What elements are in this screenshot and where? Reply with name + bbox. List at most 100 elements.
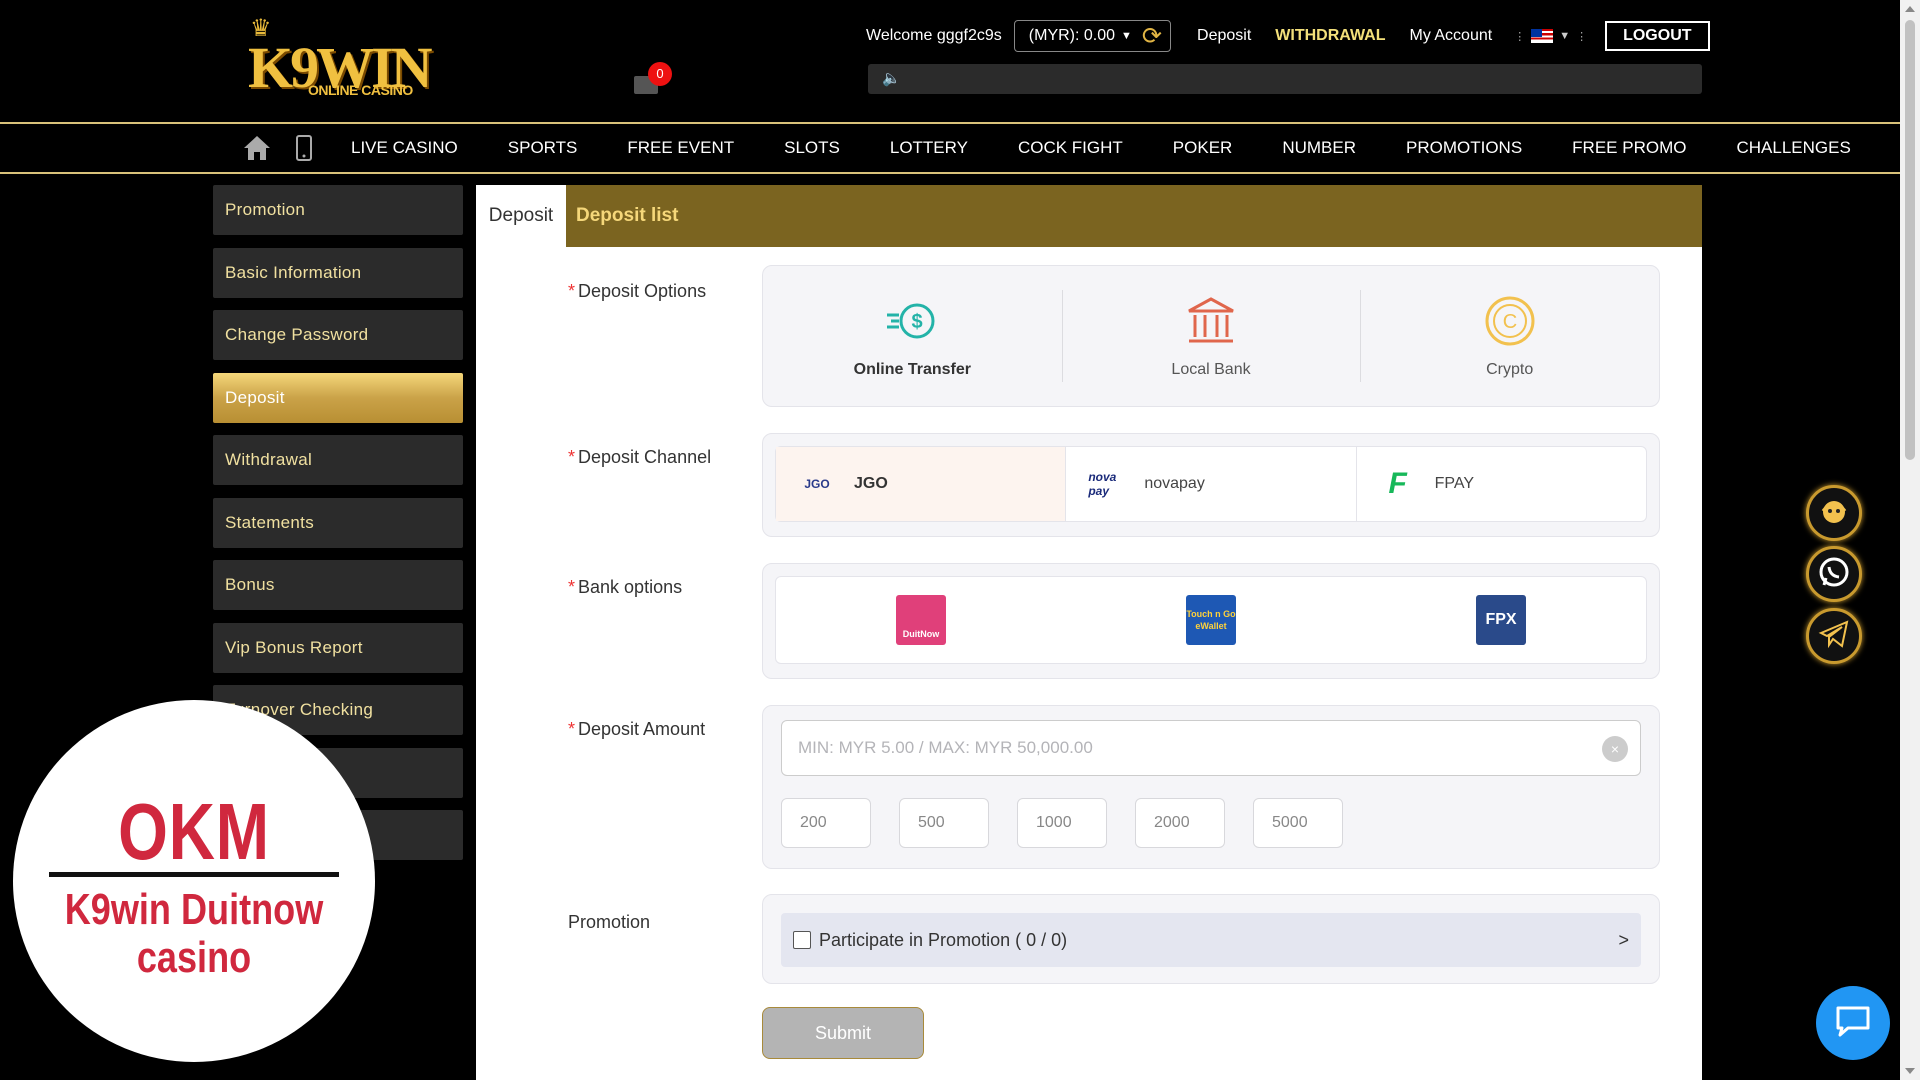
logo-subtitle: ONLINE CASINO bbox=[308, 82, 413, 98]
announcement-marquee: 🔈 bbox=[868, 64, 1702, 94]
deposit-channel-label: * Deposit Channel bbox=[568, 447, 712, 467]
logout-button[interactable]: LOGOUT bbox=[1605, 21, 1710, 51]
chat-bubble-icon bbox=[1834, 1004, 1872, 1043]
nav-challenges[interactable]: CHALLENGES bbox=[1711, 138, 1875, 158]
page: ♛ K9WIN ONLINE CASINO 0 Welcome gggf2c9s… bbox=[0, 0, 1920, 1080]
amount-input[interactable] bbox=[798, 721, 1598, 775]
sidebar-item-change-password[interactable]: Change Password bbox=[213, 310, 463, 360]
customer-service-button[interactable] bbox=[1806, 485, 1862, 541]
sidebar-item-basic-information[interactable]: Basic Information bbox=[213, 247, 463, 298]
speaker-icon: 🔈 bbox=[882, 70, 901, 87]
quick-amount-1000[interactable]: 1000 bbox=[1017, 798, 1107, 848]
channel-fpay[interactable]: F FPAY bbox=[1355, 447, 1646, 521]
novapay-logo-icon: nova pay bbox=[1088, 470, 1117, 498]
quick-amount-500[interactable]: 500 bbox=[899, 798, 989, 848]
sidebar-item-bonus[interactable]: Bonus bbox=[213, 560, 463, 610]
tab-bar: Deposit Deposit list bbox=[476, 185, 1702, 247]
mobile-icon[interactable] bbox=[296, 130, 312, 166]
quick-amount-2000[interactable]: 2000 bbox=[1135, 798, 1225, 848]
malaysia-flag-icon bbox=[1531, 29, 1554, 43]
fpx-logo-icon: FPX bbox=[1476, 595, 1526, 645]
promotion-label: Promotion bbox=[568, 912, 651, 932]
deposit-amount-box: × 200 500 1000 2000 5000 bbox=[762, 705, 1660, 869]
nav-sports[interactable]: SPORTS bbox=[483, 138, 603, 158]
tab-deposit-list[interactable]: Deposit list bbox=[566, 185, 688, 247]
promotion-toggle[interactable]: Participate in Promotion ( 0 / 0) > bbox=[781, 913, 1641, 967]
sidebar-item-promotion[interactable]: Promotion bbox=[213, 185, 463, 235]
whatsapp-button[interactable] bbox=[1806, 546, 1862, 602]
site-logo[interactable]: ♛ K9WIN ONLINE CASINO bbox=[246, 12, 433, 107]
scrollbar-thumb[interactable] bbox=[1905, 20, 1915, 460]
refresh-icon[interactable]: ⟳ bbox=[1142, 22, 1162, 51]
nav-cock-fight[interactable]: COCK FIGHT bbox=[993, 138, 1148, 158]
nav-free-event[interactable]: FREE EVENT bbox=[602, 138, 759, 158]
live-chat-button[interactable] bbox=[1816, 986, 1890, 1060]
telegram-button[interactable] bbox=[1806, 608, 1862, 664]
option-crypto[interactable]: C Crypto bbox=[1360, 266, 1659, 406]
channel-novapay[interactable]: nova pay novapay bbox=[1065, 447, 1355, 521]
option-online-transfer-label: Online Transfer bbox=[853, 361, 972, 378]
svg-text:$: $ bbox=[912, 311, 923, 333]
nav-live-casino[interactable]: LIVE CASINO bbox=[326, 138, 483, 158]
balance-dropdown[interactable]: (MYR): 0.00 ▼ ⟳ bbox=[1013, 20, 1172, 52]
main-nav: LIVE CASINO SPORTS FREE EVENT SLOTS LOTT… bbox=[0, 122, 1900, 174]
watermark-line2: casino bbox=[136, 933, 252, 982]
nav-poker[interactable]: POKER bbox=[1148, 138, 1258, 158]
crypto-coin-icon: C bbox=[1482, 293, 1538, 349]
clear-icon[interactable]: × bbox=[1602, 736, 1628, 762]
bank-touch-n-go[interactable]: Touch n Go eWallet bbox=[1066, 577, 1356, 663]
nav-promotions[interactable]: PROMOTIONS bbox=[1381, 138, 1547, 158]
option-local-bank[interactable]: Local Bank bbox=[1061, 266, 1361, 406]
language-selector[interactable]: ⋮ ▼ ⋮ bbox=[1514, 29, 1587, 43]
watermark-title: OKM bbox=[118, 787, 270, 876]
nav-item-truncated[interactable]: F bbox=[1876, 138, 1900, 158]
welcome-text: Welcome gggf2c9s bbox=[866, 27, 1002, 44]
touch-n-go-logo-icon: Touch n Go eWallet bbox=[1186, 595, 1236, 645]
bank-fpx[interactable]: FPX bbox=[1356, 577, 1646, 663]
sidebar-item-statements[interactable]: Statements bbox=[213, 497, 463, 548]
deposit-panel: Deposit Deposit list * Deposit Options $ … bbox=[476, 185, 1702, 1080]
promotion-box: Participate in Promotion ( 0 / 0) > bbox=[762, 894, 1660, 984]
quick-amount-5000[interactable]: 5000 bbox=[1253, 798, 1343, 848]
scroll-up-arrow-icon[interactable] bbox=[1905, 6, 1915, 12]
sidebar-item-vip-bonus-report[interactable]: Vip Bonus Report bbox=[213, 622, 463, 673]
tab-deposit[interactable]: Deposit bbox=[476, 185, 566, 247]
page-scrollbar[interactable] bbox=[1900, 0, 1920, 1080]
sidebar-item-withdrawal[interactable]: Withdrawal bbox=[213, 435, 463, 485]
quick-amount-200[interactable]: 200 bbox=[781, 798, 871, 848]
chevron-right-icon: > bbox=[1618, 929, 1629, 950]
balance-value: (MYR): 0.00 bbox=[1028, 27, 1116, 44]
option-crypto-label: Crypto bbox=[1486, 361, 1534, 378]
submit-button[interactable]: Submit bbox=[762, 1007, 924, 1059]
mail-count-badge: 0 bbox=[648, 62, 672, 86]
my-account-link[interactable]: My Account bbox=[1409, 27, 1492, 45]
deposit-amount-label: * Deposit Amount bbox=[568, 719, 706, 739]
home-icon[interactable] bbox=[242, 130, 272, 166]
whatsapp-icon bbox=[1818, 556, 1850, 593]
svg-text:C: C bbox=[1502, 311, 1516, 333]
chevron-down-icon: ▼ bbox=[1121, 30, 1132, 42]
amount-field[interactable]: × bbox=[781, 720, 1641, 776]
deposit-link[interactable]: Deposit bbox=[1197, 27, 1251, 45]
nav-lottery[interactable]: LOTTERY bbox=[865, 138, 993, 158]
money-transfer-icon: $ bbox=[884, 293, 940, 349]
scroll-down-arrow-icon[interactable] bbox=[1905, 1068, 1915, 1074]
nav-slots[interactable]: SLOTS bbox=[759, 138, 865, 158]
nav-free-promo[interactable]: FREE PROMO bbox=[1547, 138, 1711, 158]
support-agent-icon bbox=[1818, 495, 1850, 532]
telegram-icon bbox=[1818, 618, 1850, 655]
divider-icon: ⋮ bbox=[1514, 30, 1526, 43]
mail-button[interactable]: 0 bbox=[632, 62, 672, 102]
promotion-checkbox[interactable] bbox=[793, 931, 811, 949]
deposit-channel-box: JGO JGO nova pay novapay F FPAY bbox=[762, 433, 1660, 537]
watermark-line1: K9win Duitnow bbox=[64, 885, 324, 934]
channel-fpay-label: FPAY bbox=[1434, 475, 1475, 492]
bank-duitnow[interactable]: DuitNow bbox=[776, 577, 1066, 663]
withdrawal-link[interactable]: WITHDRAWAL bbox=[1275, 27, 1385, 45]
divider-icon: ⋮ bbox=[1576, 30, 1588, 43]
nav-number[interactable]: NUMBER bbox=[1257, 138, 1381, 158]
option-online-transfer[interactable]: $ Online Transfer bbox=[763, 266, 1062, 406]
sidebar-item-deposit[interactable]: Deposit bbox=[213, 372, 463, 423]
bank-options-box: DuitNow Touch n Go eWallet FPX bbox=[762, 563, 1660, 679]
channel-jgo[interactable]: JGO JGO bbox=[776, 447, 1066, 521]
